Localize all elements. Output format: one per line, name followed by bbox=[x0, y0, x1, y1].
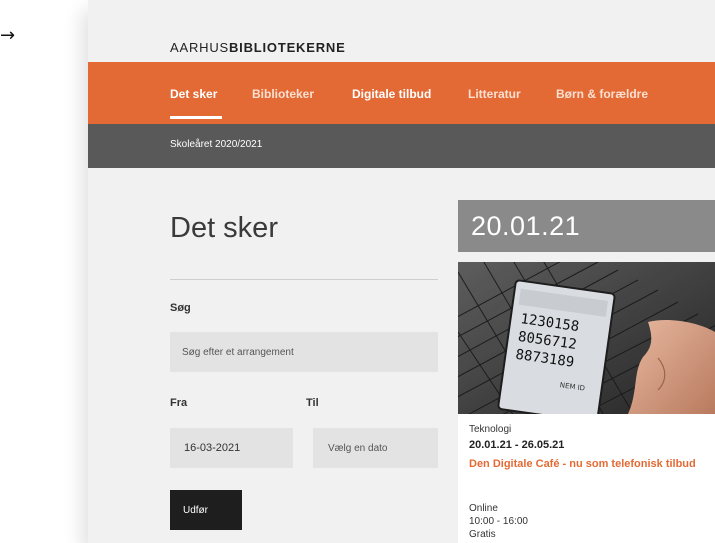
event-category: Teknologi bbox=[469, 424, 512, 435]
to-date-placeholder: Vælg en dato bbox=[328, 442, 388, 454]
main-navigation: Det sker Biblioteker Digitale tilbud Lit… bbox=[88, 62, 715, 124]
event-date-range: 20.01.21 - 26.05.21 bbox=[469, 439, 565, 451]
logo-text-aarhus: AARHUS bbox=[170, 40, 229, 55]
search-placeholder: Søg efter et arrangement bbox=[182, 346, 294, 358]
event-time: 10:00 - 16:00 bbox=[469, 516, 528, 527]
event-photo[interactable]: 1230158 8056712 8873189 NEM ID bbox=[458, 262, 715, 414]
sub-navigation: Skoleåret 2020/2021 bbox=[88, 124, 715, 168]
search-input[interactable]: Søg efter et arrangement bbox=[170, 332, 438, 372]
search-label: Søg bbox=[170, 302, 191, 314]
from-date-value: 16-03-2021 bbox=[184, 442, 241, 454]
event-date-header: 20.01.21 bbox=[458, 200, 715, 252]
submit-button[interactable]: Udfør bbox=[170, 490, 242, 530]
event-price: Gratis bbox=[469, 529, 496, 540]
page-title: Det sker bbox=[170, 212, 278, 244]
site-logo[interactable]: AARHUSBIBLIOTEKERNE bbox=[170, 40, 346, 55]
from-date-input[interactable]: 16-03-2021 bbox=[170, 428, 293, 468]
logo-text-bibliotekerne: BIBLIOTEKERNE bbox=[228, 40, 346, 55]
event-card[interactable]: Teknologi 20.01.21 - 26.05.21 Den Digita… bbox=[458, 414, 715, 543]
event-date-header-text: 20.01.21 bbox=[471, 211, 581, 241]
smartphone-on-laptop-photo: 1230158 8056712 8873189 NEM ID bbox=[458, 262, 715, 414]
nav-item-digitale-tilbud[interactable]: Digitale tilbud bbox=[352, 87, 431, 101]
active-nav-indicator bbox=[170, 116, 222, 119]
nav-item-biblioteker[interactable]: Biblioteker bbox=[252, 87, 314, 101]
event-location: Online bbox=[469, 503, 498, 514]
nav-item-boern-foraeldre[interactable]: Børn & forældre bbox=[556, 87, 648, 101]
arrow-icon: → bbox=[0, 25, 16, 46]
to-label: Til bbox=[306, 397, 319, 409]
submit-button-label: Udfør bbox=[183, 504, 208, 516]
nav-item-det-sker[interactable]: Det sker bbox=[170, 87, 217, 101]
from-label: Fra bbox=[170, 397, 188, 409]
event-title-link[interactable]: Den Digitale Café - nu som telefonisk ti… bbox=[469, 457, 709, 472]
divider bbox=[170, 279, 438, 280]
browser-frame: AARHUSBIBLIOTEKERNE Det sker Biblioteker… bbox=[88, 0, 715, 543]
to-date-input[interactable]: Vælg en dato bbox=[313, 428, 438, 468]
nav-item-litteratur[interactable]: Litteratur bbox=[468, 87, 521, 101]
subnav-item-skoleaaret[interactable]: Skoleåret 2020/2021 bbox=[170, 139, 262, 150]
